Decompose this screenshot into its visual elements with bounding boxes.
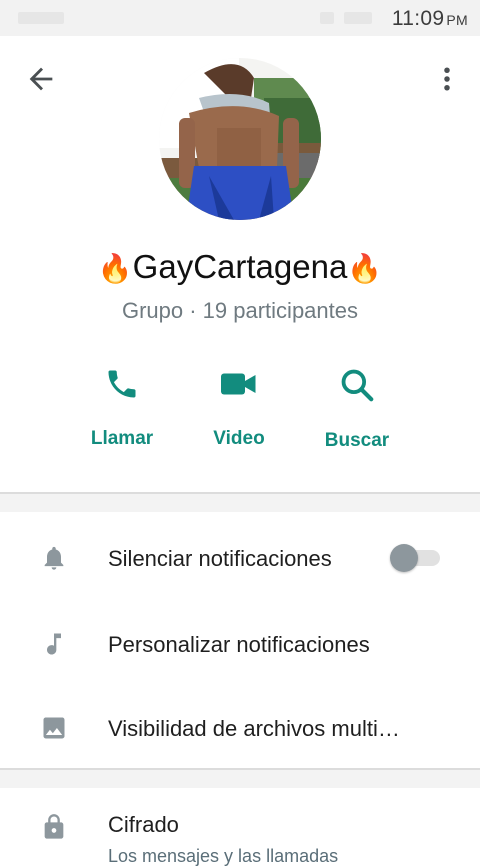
arrow-left-icon (29, 67, 53, 91)
media-visibility-label: Visibilidad de archivos multi… (108, 716, 400, 741)
more-vert-icon (444, 67, 450, 91)
status-time: 11:09 PM (391, 7, 468, 30)
fire-emoji-left: 🔥 (97, 253, 133, 284)
search-button[interactable]: Buscar (302, 366, 412, 452)
video-label: Video (213, 428, 265, 449)
status-bar: 11:09 PM (0, 0, 480, 36)
avatar-photo (159, 58, 321, 220)
signal-icon (320, 12, 334, 24)
encryption-subtitle: Los mensajes y las llamadas (108, 846, 339, 866)
fire-emoji-right: 🔥 (347, 253, 383, 284)
media-visibility-row[interactable]: Visibilidad de archivos multi… (0, 686, 480, 770)
image-icon (43, 717, 65, 739)
music-note-icon (47, 633, 61, 655)
phone-icon (108, 370, 136, 398)
back-button[interactable] (24, 62, 58, 96)
group-participants: Grupo · 19 participantes (121, 298, 359, 323)
lock-icon (44, 814, 64, 839)
group-avatar[interactable] (159, 58, 321, 220)
section-gap (0, 494, 480, 512)
bell-icon (44, 546, 64, 570)
custom-notifications-label: Personalizar notificaciones (108, 632, 370, 657)
mute-toggle[interactable] (390, 544, 440, 572)
mute-notifications-label: Silenciar notificaciones (108, 546, 332, 571)
call-label: Llamar (90, 428, 154, 449)
custom-notifications-row[interactable]: Personalizar notificaciones (0, 602, 480, 686)
encryption-title: Cifrado (108, 812, 179, 837)
section-gap-bottom (0, 770, 480, 788)
more-options-button[interactable] (432, 62, 462, 96)
toggle-thumb (390, 544, 418, 572)
group-title: 🔥GayCartagena🔥 (0, 246, 480, 290)
videocam-icon (221, 373, 256, 395)
group-name: GayCartagena (132, 248, 348, 285)
battery-icon (344, 12, 372, 24)
notification-icons (18, 12, 64, 24)
call-button[interactable]: Llamar (67, 366, 177, 450)
search-label: Buscar (324, 430, 390, 451)
video-button[interactable]: Video (184, 366, 294, 450)
search-icon (341, 369, 374, 402)
mute-notifications-row[interactable]: Silenciar notificaciones (0, 516, 480, 600)
